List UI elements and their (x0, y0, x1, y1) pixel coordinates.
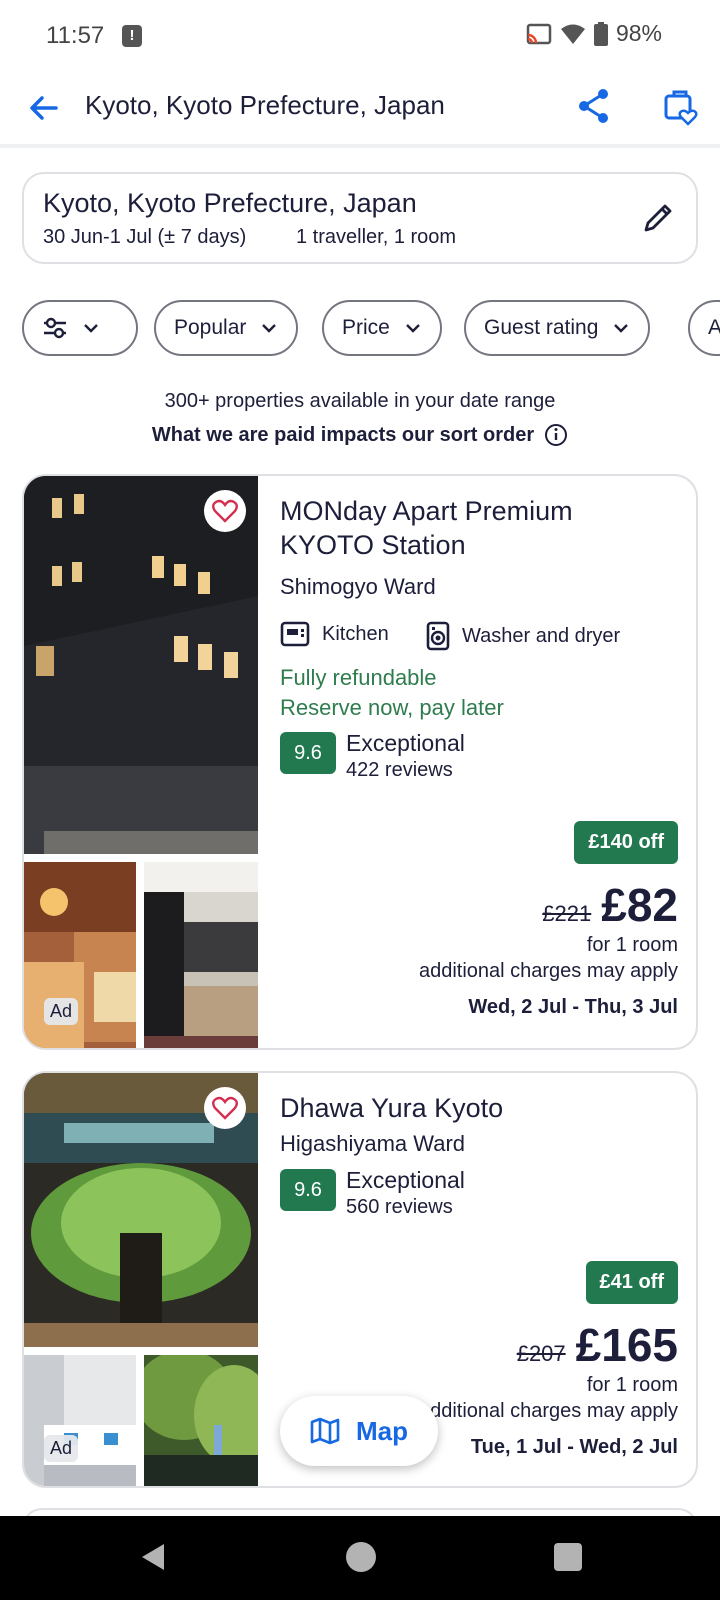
rating-word: Exceptional (346, 1167, 465, 1193)
property-photo-thumb[interactable] (24, 1355, 136, 1488)
current-price: £82 (601, 879, 678, 931)
map-button[interactable]: Map (280, 1396, 438, 1466)
alert-icon: ! (122, 25, 142, 47)
search-summary[interactable]: Kyoto, Kyoto Prefecture, Japan 30 Jun-1 … (22, 172, 698, 264)
back-arrow-icon[interactable] (24, 88, 64, 128)
property-area: Shimogyo Ward (280, 574, 436, 599)
wifi-icon (560, 24, 585, 44)
original-price: £207 (516, 1341, 566, 1366)
share-icon[interactable] (574, 86, 614, 126)
edit-pencil-icon[interactable] (640, 200, 676, 236)
status-bar: 11:57 ! 98% (0, 0, 720, 72)
property-area: Higashiyama Ward (280, 1131, 466, 1156)
info-icon[interactable] (544, 423, 568, 447)
filter-price-chip[interactable]: Price (322, 300, 442, 356)
ad-badge: Ad (44, 1435, 79, 1462)
discount-badge: £41 off (585, 1261, 678, 1304)
chevron-down-icon (84, 324, 98, 333)
map-icon (310, 1417, 340, 1445)
washer-icon (426, 621, 450, 651)
status-time: 11:57 (46, 22, 105, 49)
property-card[interactable]: Ad MONday Apart Premium KYOTO Station Sh… (22, 474, 698, 1050)
chevron-down-icon (614, 324, 629, 333)
filter-more-chip[interactable]: A (688, 300, 720, 356)
heart-icon (212, 1096, 238, 1120)
property-photo-thumb[interactable] (144, 1355, 258, 1488)
nav-home-icon[interactable] (346, 1542, 376, 1572)
charges-note: additional charges may apply (418, 960, 678, 982)
filter-popular-chip[interactable]: Popular (154, 300, 299, 356)
availability-text: 300+ properties available in your date r… (164, 390, 556, 412)
page-title: Kyoto, Kyoto Prefecture, Japan (85, 90, 445, 120)
property-photo-thumb[interactable] (144, 862, 258, 1050)
stay-dates: Wed, 2 Jul - Thu, 3 Jul (468, 996, 678, 1018)
ad-badge: Ad (44, 998, 79, 1025)
map-button-label: Map (356, 1415, 408, 1446)
app-bar: Kyoto, Kyoto Prefecture, Japan (0, 72, 720, 148)
price-unit: for 1 room (586, 1374, 678, 1396)
battery-icon (593, 21, 608, 46)
filter-guest-rating-chip[interactable]: Guest rating (464, 300, 651, 356)
amenity-washer: Washer and dryer (426, 621, 620, 651)
search-dates: 30 Jun-1 Jul (± 7 days) (43, 226, 247, 248)
cast-icon (526, 23, 552, 44)
property-name: MONday Apart Premium KYOTO Station (280, 496, 573, 560)
refundable-text: Fully refundable (280, 665, 437, 690)
price-block: £41 off £207 £165 for 1 room additional … (419, 1261, 678, 1459)
filter-guest-rating-label: Guest rating (484, 316, 599, 339)
search-guests: 1 traveller, 1 room (296, 226, 457, 248)
property-photo-thumb[interactable] (24, 862, 136, 1050)
price-block: £140 off £221 £82 for 1 room additional … (419, 821, 678, 1019)
nav-recents-icon[interactable] (554, 1543, 582, 1571)
filter-popular-label: Popular (174, 316, 247, 339)
nav-back-icon[interactable] (138, 1542, 168, 1572)
favorite-button[interactable] (204, 1087, 246, 1129)
chevron-down-icon (262, 324, 277, 333)
guest-rating: 9.6 Exceptional 422 reviews (280, 730, 465, 784)
favorite-button[interactable] (204, 490, 246, 532)
amenity-label: Washer and dryer (462, 624, 621, 647)
property-name: Dhawa Yura Kyoto (280, 1093, 504, 1123)
battery-level: 98% (615, 20, 662, 46)
price-unit: for 1 room (586, 934, 678, 956)
amenity-kitchen: Kitchen (280, 621, 389, 647)
filter-all-button[interactable] (22, 300, 138, 356)
sliders-icon (44, 317, 66, 339)
filter-more-label: A (708, 316, 720, 339)
rating-score-badge: 9.6 (280, 732, 336, 774)
review-count: 422 reviews (346, 759, 453, 781)
discount-badge: £140 off (574, 821, 678, 864)
sort-order-label: What we are paid impacts our sort order (151, 423, 535, 446)
search-destination: Kyoto, Kyoto Prefecture, Japan (43, 188, 417, 218)
filter-chips: Popular Price Guest rating A (22, 300, 720, 358)
guest-rating: 9.6 Exceptional 560 reviews (280, 1167, 465, 1221)
status-icons: 98% (526, 20, 662, 47)
save-to-trip-icon[interactable] (660, 86, 700, 126)
sort-order-note[interactable]: What we are paid impacts our sort order (0, 423, 720, 447)
rating-score-badge: 9.6 (280, 1169, 336, 1211)
chevron-down-icon (406, 324, 420, 333)
amenity-label: Kitchen (322, 622, 389, 645)
original-price: £221 (542, 901, 592, 926)
pay-later-text: Reserve now, pay later (280, 695, 504, 720)
rating-word: Exceptional (346, 730, 465, 756)
current-price: £165 (575, 1319, 678, 1371)
review-count: 560 reviews (346, 1196, 453, 1218)
heart-icon (212, 499, 238, 523)
charges-note: additional charges may apply (418, 1400, 678, 1422)
property-photo-main[interactable] (24, 476, 258, 854)
filter-price-label: Price (342, 316, 390, 339)
system-nav-bar (0, 1516, 720, 1600)
kitchen-icon (280, 621, 310, 647)
stay-dates: Tue, 1 Jul - Wed, 2 Jul (470, 1436, 678, 1458)
